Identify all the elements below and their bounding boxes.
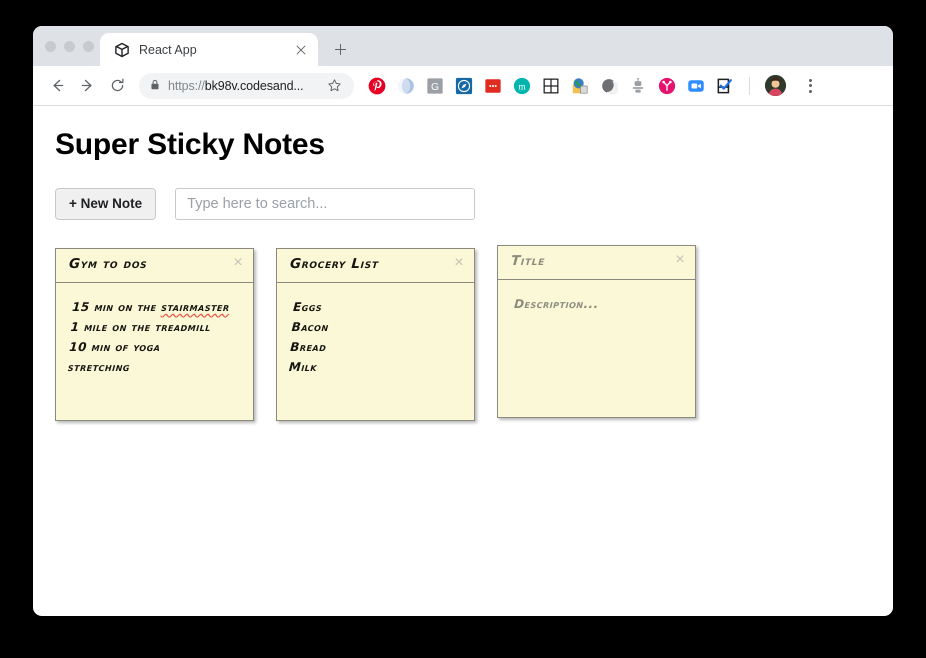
- note-line: 1 mile on the treadmill: [70, 320, 212, 335]
- arrow-left-icon[interactable]: [43, 72, 71, 100]
- note-line-misspelled: stairmaster: [160, 300, 231, 315]
- url-scheme: https://: [168, 78, 205, 93]
- close-icon[interactable]: ×: [451, 255, 467, 271]
- window-close-button[interactable]: [45, 40, 56, 52]
- profile-avatar[interactable]: [765, 75, 786, 96]
- note-line: Bacon: [291, 320, 330, 335]
- note-header: Gym to dos ×: [56, 249, 253, 284]
- close-icon[interactable]: ×: [672, 252, 688, 268]
- colorzilla-extension-icon[interactable]: [571, 77, 589, 95]
- note-line: stretching: [67, 360, 131, 375]
- pinterest-extension-icon[interactable]: [368, 77, 386, 95]
- window-traffic-lights: [43, 26, 100, 66]
- grammarly-extension-icon[interactable]: [397, 77, 415, 95]
- note-body[interactable]: Eggs Bacon Bread Milk: [272, 283, 479, 420]
- zoom-extension-icon[interactable]: [687, 77, 705, 95]
- page-content: Super Sticky Notes + New Note Gym to dos…: [33, 106, 893, 615]
- browser-tab-react-app[interactable]: React App: [100, 33, 318, 66]
- toolbar-divider: [749, 76, 750, 95]
- address-bar[interactable]: https://bk98v.codesand...: [139, 72, 354, 99]
- menu-dot: [808, 89, 812, 93]
- red-dots-extension-icon[interactable]: [484, 77, 502, 95]
- browser-window: React App https://bk98v.codesand... G m …: [33, 26, 893, 616]
- search-input[interactable]: [175, 188, 476, 221]
- window-minimize-button[interactable]: [64, 40, 75, 52]
- note-line: Eggs: [292, 300, 323, 315]
- note-title[interactable]: Title: [510, 253, 672, 270]
- moon-extension-icon[interactable]: [600, 77, 619, 95]
- notes-list: Gym to dos × 15 min on the stairmaster 1…: [55, 245, 871, 422]
- note-title[interactable]: Grocery List: [289, 256, 451, 273]
- reload-icon[interactable]: [103, 72, 131, 100]
- svg-text:G: G: [431, 81, 439, 92]
- menu-dot: [808, 78, 812, 82]
- menu-dot: [808, 84, 812, 87]
- address-bar-url: https://bk98v.codesand...: [168, 79, 312, 93]
- kebab-menu-icon[interactable]: [799, 74, 821, 98]
- sticky-note[interactable]: Title × Description...: [497, 245, 696, 419]
- note-title[interactable]: Gym to dos: [68, 256, 230, 273]
- browser-tab-title: React App: [139, 42, 197, 57]
- star-icon[interactable]: [322, 74, 346, 98]
- note-body[interactable]: 15 min on the stairmaster 1 mile on the …: [51, 283, 258, 420]
- page-title: Super Sticky Notes: [55, 128, 325, 161]
- note-body[interactable]: Description...: [493, 280, 700, 417]
- tab-strip: React App: [33, 26, 893, 66]
- extensions-area: G m: [368, 74, 885, 98]
- note-line: 10 min of yoga: [68, 340, 162, 355]
- url-host: bk98v.codesand...: [204, 78, 304, 93]
- note-header: Grocery List ×: [277, 249, 474, 284]
- close-icon[interactable]: ×: [230, 255, 246, 271]
- svg-text:m: m: [518, 82, 526, 92]
- codesandbox-cube-icon: [114, 42, 130, 58]
- browser-toolbar: https://bk98v.codesand... G m: [33, 66, 893, 106]
- tool-extension-icon[interactable]: [658, 77, 676, 95]
- new-note-button[interactable]: + New Note: [55, 188, 157, 221]
- close-icon[interactable]: [292, 41, 310, 59]
- sticky-note[interactable]: Gym to dos × 15 min on the stairmaster 1…: [55, 248, 254, 422]
- note-header: Title ×: [498, 246, 695, 281]
- momentum-extension-icon[interactable]: m: [513, 77, 531, 95]
- robot-extension-icon[interactable]: [629, 77, 647, 95]
- note-line: Milk: [288, 360, 318, 375]
- lock-icon: [150, 77, 160, 95]
- note-line: Bread: [289, 340, 327, 355]
- note-line: 15 min on the: [71, 300, 162, 315]
- compass-extension-icon[interactable]: [455, 77, 473, 95]
- grid-extension-icon[interactable]: [542, 77, 560, 95]
- grammarly-g-extension-icon[interactable]: G: [426, 77, 444, 95]
- checklist-extension-icon[interactable]: [716, 77, 734, 95]
- new-tab-button[interactable]: [326, 35, 354, 63]
- controls-row: + New Note: [55, 188, 871, 221]
- window-maximize-button[interactable]: [83, 40, 94, 52]
- sticky-note[interactable]: Grocery List × Eggs Bacon Bread Milk: [276, 248, 475, 422]
- arrow-right-icon[interactable]: [73, 72, 101, 100]
